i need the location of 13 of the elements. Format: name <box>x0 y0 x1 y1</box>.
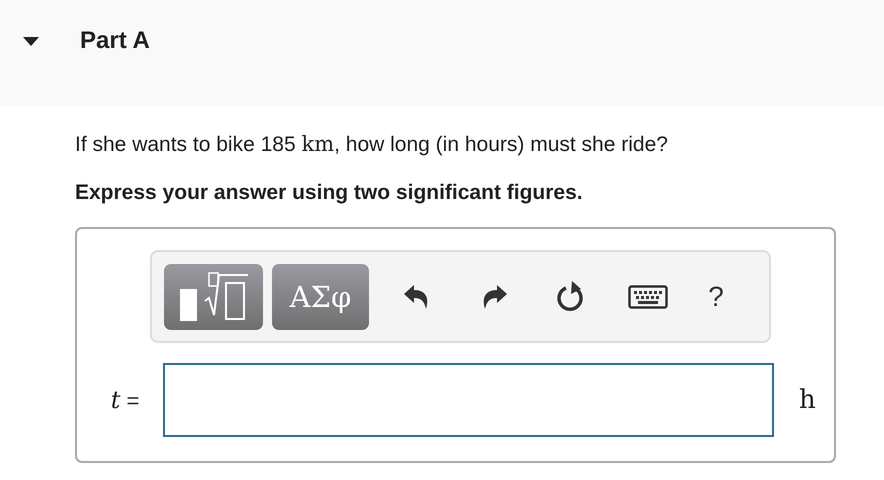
collapse-toggle-icon[interactable] <box>23 36 39 46</box>
variable-label: t = <box>110 386 140 414</box>
part-title: Part A <box>80 27 150 55</box>
question-text: If she wants to bike 185 km, how long (in hours) must she ride? <box>75 132 669 157</box>
symbols-button[interactable]: ΑΣφ <box>272 264 369 330</box>
undo-icon[interactable] <box>404 284 430 308</box>
reset-icon[interactable] <box>556 280 586 314</box>
templates-button[interactable] <box>164 264 263 330</box>
keyboard-icon[interactable] <box>628 284 668 308</box>
unit-label: h <box>799 385 816 415</box>
instruction-text: Express your answer using two significant figures. <box>75 181 584 205</box>
answer-field[interactable] <box>163 363 774 437</box>
help-button[interactable]: ? <box>686 272 746 322</box>
